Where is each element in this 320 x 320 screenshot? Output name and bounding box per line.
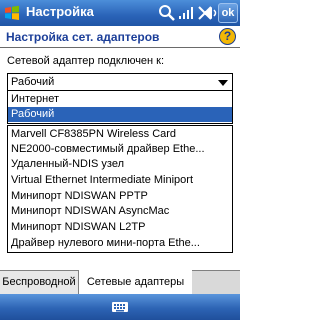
tab-wireless[interactable]: Беспроводной [0, 271, 79, 294]
adapter-connection-select[interactable]: Рабочий [7, 73, 233, 91]
title-bar: Настройка ok [0, 0, 240, 26]
page-header: Настройка сет. адаптеров ? [0, 26, 240, 48]
dropdown-option-work[interactable]: Рабочий [8, 107, 232, 122]
help-icon[interactable]: ? [219, 28, 236, 45]
ok-button[interactable]: ok [218, 3, 238, 23]
list-item[interactable]: Минипорт NDISWAN AsyncMac [8, 204, 232, 219]
adapter-connected-label: Сетевой адаптер подключен к: [7, 55, 165, 67]
start-menu-icon[interactable] [4, 5, 20, 21]
dropdown-option-internet[interactable]: Интернет [8, 92, 232, 107]
tab-bar: Беспроводной Сетевые адаптеры [0, 270, 240, 294]
list-item[interactable]: Marvell CF8385PN Wireless Card [8, 127, 232, 142]
bottom-menu-bar [0, 294, 240, 320]
search-icon[interactable] [158, 4, 176, 22]
adapter-listbox[interactable]: Marvell CF8385PN Wireless Card NE2000-со… [7, 125, 233, 253]
page-title: Настройка сет. адаптеров [6, 30, 160, 44]
list-item[interactable]: Драйвер нулевого мини-порта Ethe... [8, 236, 232, 251]
tab-network-adapters[interactable]: Сетевые адаптеры [79, 270, 192, 294]
volume-icon[interactable] [204, 4, 218, 22]
select-value: Рабочий [11, 76, 55, 88]
list-item[interactable]: Удаленный-NDIS узел [8, 157, 232, 172]
dropdown-options: Интернет Рабочий [7, 91, 233, 124]
list-item[interactable]: Virtual Ethernet Intermediate Miniport [8, 173, 232, 188]
keyboard-icon[interactable] [111, 299, 129, 315]
list-item[interactable]: Минипорт NDISWAN L2TP [8, 220, 232, 235]
chevron-down-icon[interactable] [218, 80, 228, 86]
app-title: Настройка [26, 4, 94, 19]
list-item[interactable]: Минипорт NDISWAN PPTP [8, 189, 232, 204]
list-item[interactable]: NE2000-совместимый драйвер Ethe... [8, 142, 232, 157]
signal-icon[interactable] [177, 4, 195, 22]
